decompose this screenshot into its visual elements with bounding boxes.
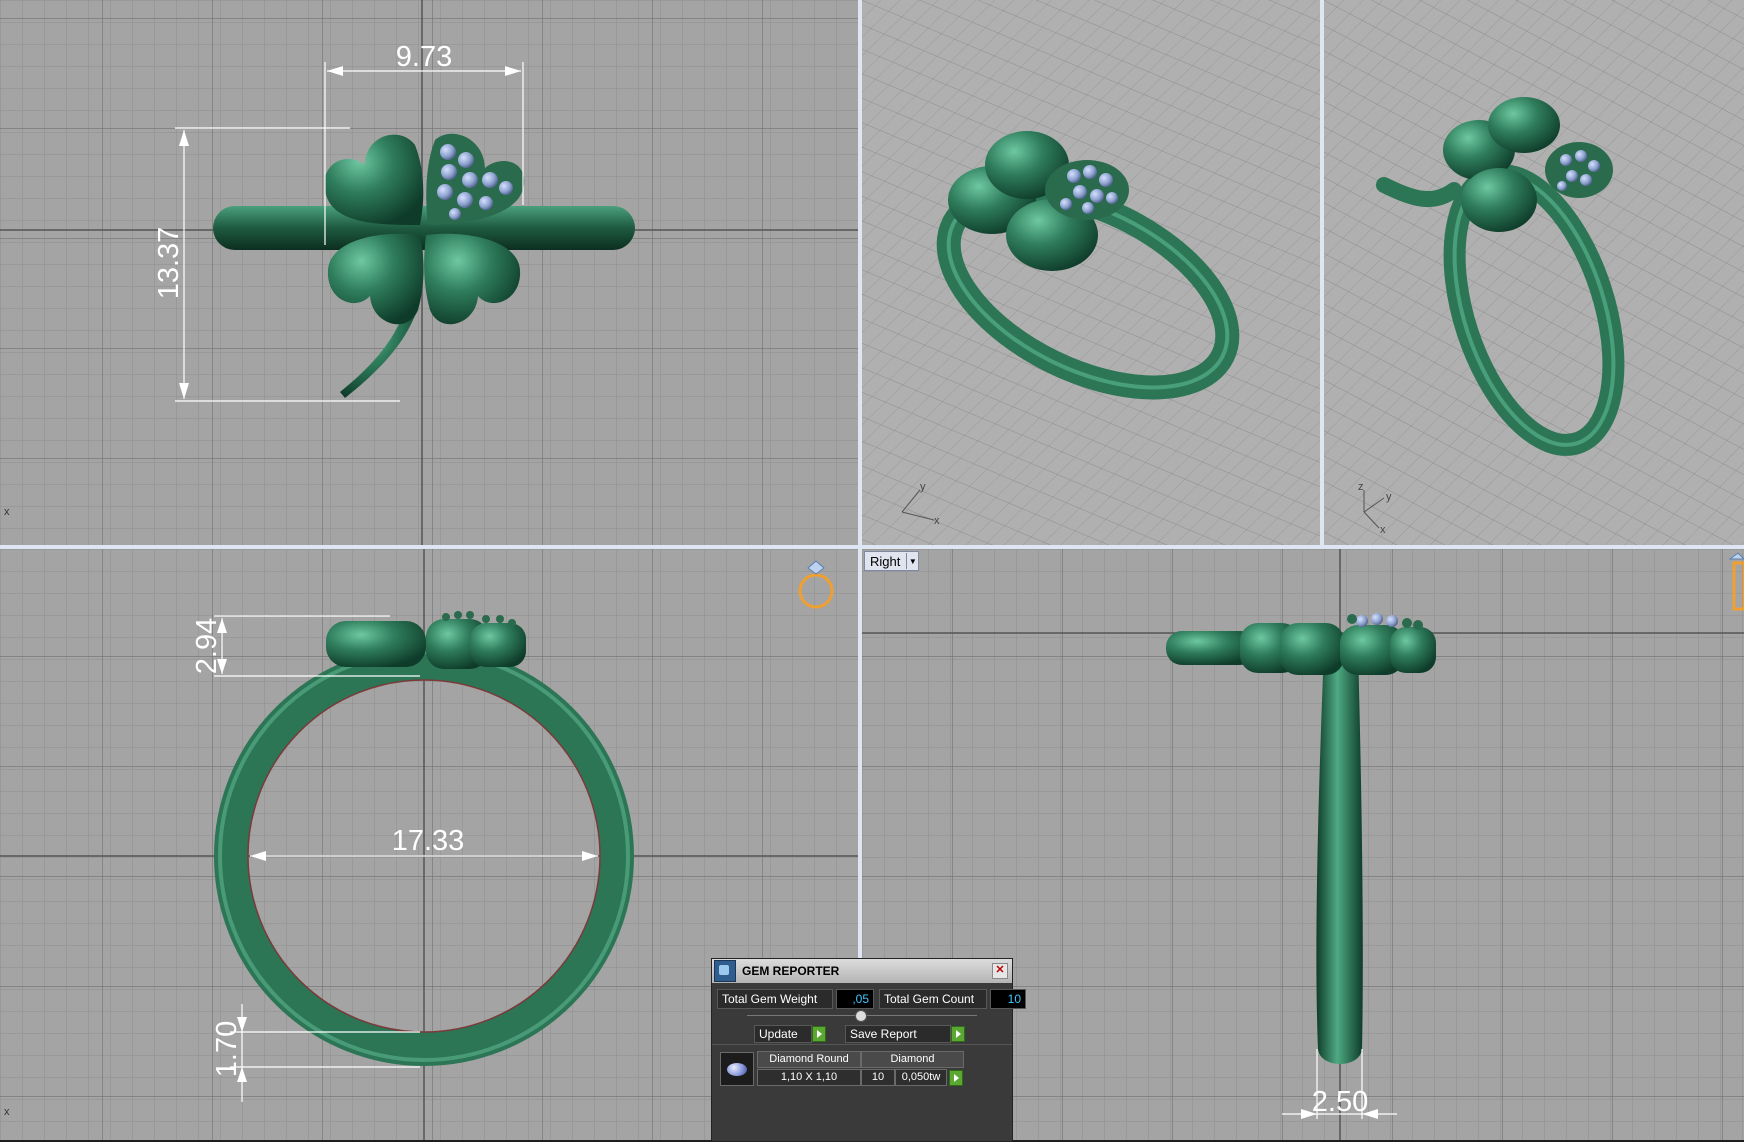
play-arrow-icon[interactable] <box>951 1026 965 1042</box>
viewport-perspective-scene: y x <box>862 0 1320 545</box>
axis-x-label: x <box>4 506 10 518</box>
gem-list-row[interactable]: Diamond Round Diamond 1,10 X 1,10 10 0,0… <box>720 1051 964 1086</box>
dropdown-arrow-icon: ▼ <box>906 553 918 569</box>
viewport-perspective-2[interactable]: z y x <box>1324 0 1744 545</box>
gem-thumbnail-icon <box>720 1051 754 1086</box>
update-button[interactable]: Update <box>754 1025 812 1043</box>
ring-band <box>213 206 635 250</box>
gem-shape-header: Diamond Round <box>757 1051 861 1068</box>
gem-size-cell: 1,10 X 1,10 <box>757 1069 861 1086</box>
viewport-top[interactable]: 9.73 13.37 x <box>0 0 858 545</box>
axis-x-label: x <box>934 515 940 527</box>
dim-inner-diameter-label: 17.33 <box>392 825 465 857</box>
play-arrow-icon[interactable] <box>812 1026 826 1042</box>
axis-x-label: x <box>4 1106 10 1118</box>
dim-height-label: 13.37 <box>153 227 185 300</box>
axis-y-label: y <box>1386 491 1392 503</box>
collapse-toggle-icon[interactable] <box>855 1010 867 1022</box>
ring-shank-side <box>1316 649 1363 1064</box>
total-gem-weight-label: Total Gem Weight <box>717 989 833 1009</box>
close-icon[interactable]: ✕ <box>992 963 1008 979</box>
view-selector-label: Right <box>870 553 901 569</box>
axis-z-label: z <box>1358 481 1364 493</box>
play-arrow-icon[interactable] <box>949 1069 963 1086</box>
axis-x-label: x <box>1380 524 1386 536</box>
view-selector-dropdown[interactable]: Right ▼ <box>864 551 920 571</box>
dim-band-width-label: 2.50 <box>1312 1086 1368 1118</box>
viewport-top-scene: 9.73 13.37 x <box>0 0 858 545</box>
gem-weight-cell: 0,050tw <box>895 1069 947 1086</box>
gem-reporter-title: GEM REPORTER <box>742 964 840 978</box>
gem-count-cell: 10 <box>861 1069 895 1086</box>
viewport-perspective-2-scene: z y x <box>1324 0 1744 545</box>
dim-width-label: 9.73 <box>396 41 452 73</box>
dim-head-height-label: 2.94 <box>191 618 223 674</box>
axis-y-label: y <box>920 481 926 493</box>
dim-band-thickness-label: 1.70 <box>211 1021 243 1077</box>
gem-type-header: Diamond <box>861 1051 964 1068</box>
viewport-divider-vertical-2[interactable] <box>1320 0 1324 545</box>
save-report-button[interactable]: Save Report <box>845 1025 951 1043</box>
total-gem-count-label: Total Gem Count <box>879 989 987 1009</box>
gem-reporter-panel: GEM REPORTER ✕ Total Gem Weight ,05 Tota… <box>711 958 1026 1142</box>
cad-workspace: 9.73 13.37 x y x z y x 2.94 17.33 1.70 x… <box>0 0 1744 1142</box>
total-gem-count-value: 10 <box>990 989 1026 1009</box>
total-gem-weight-value: ,05 <box>836 989 874 1009</box>
gem-reporter-icon <box>714 960 736 982</box>
gem-reporter-titlebar[interactable]: GEM REPORTER ✕ <box>712 959 1012 983</box>
viewport-perspective[interactable]: y x <box>862 0 1320 545</box>
viewport-divider-horizontal[interactable] <box>0 545 1744 549</box>
